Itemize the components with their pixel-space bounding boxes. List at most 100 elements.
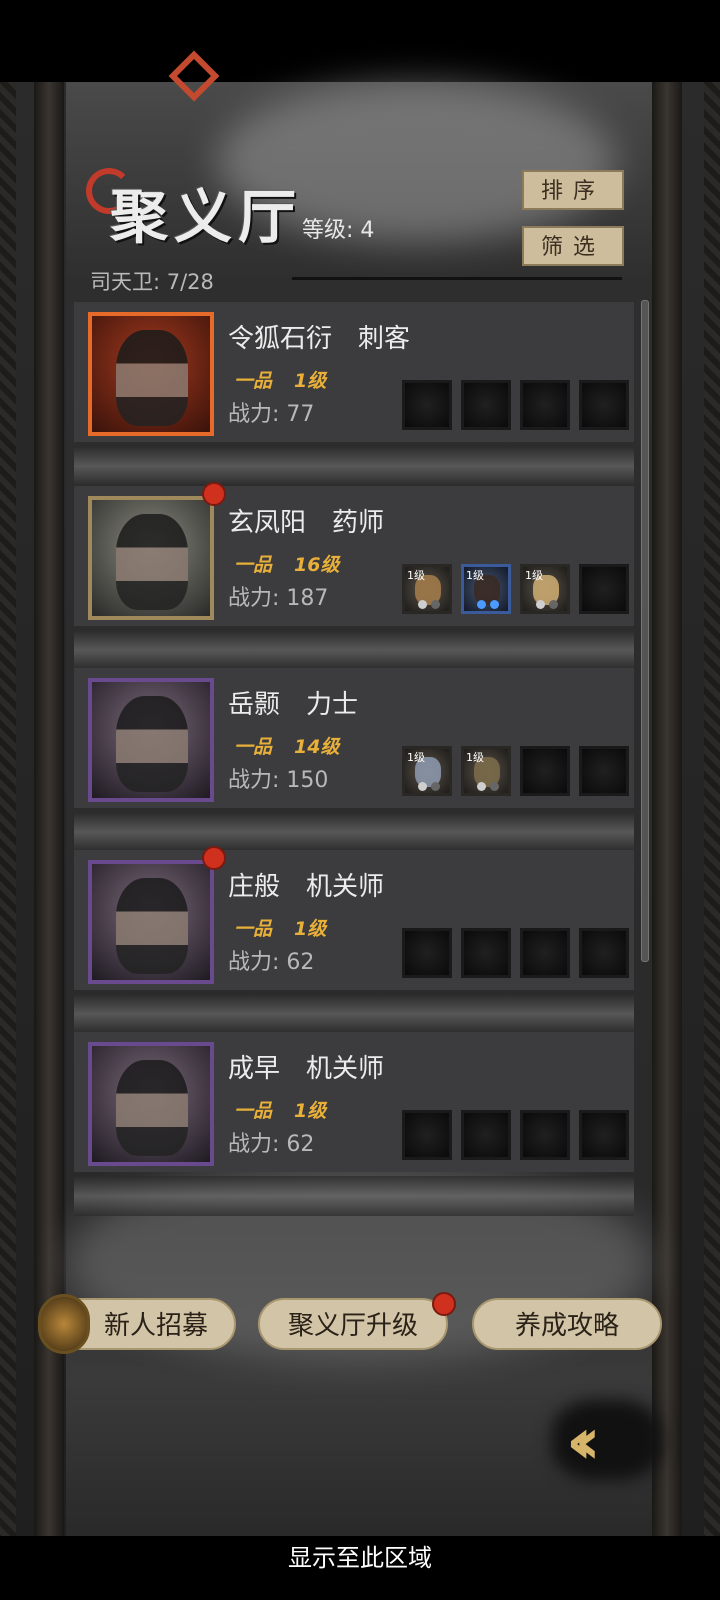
display-area-hint: 显示至此区域 — [288, 1544, 432, 1572]
guard-count: 司天卫: 7/28 — [90, 270, 214, 294]
hero-grade: 一品 — [234, 554, 273, 576]
hero-rank: 一品 14级 — [234, 732, 339, 759]
equip-slot-empty[interactable] — [579, 746, 629, 796]
hero-level: 14级 — [294, 736, 340, 758]
right-pillar — [652, 82, 682, 1568]
gem-icon — [418, 782, 427, 791]
hero-card[interactable]: 成早 机关师 一品 1级 战力: 62 — [74, 1032, 634, 1172]
recruit-token-icon — [38, 1294, 90, 1354]
hero-name: 成早 — [228, 1054, 281, 1084]
hero-power: 战力: 187 — [228, 586, 329, 611]
equip-slot-empty[interactable] — [520, 928, 570, 978]
notification-dot — [202, 846, 226, 870]
equip-slot-armor[interactable]: 1级 — [461, 746, 511, 796]
equip-level: 1级 — [466, 751, 484, 764]
gem-icon — [490, 782, 499, 791]
hero-name: 玄凤阳 — [228, 508, 307, 538]
equip-slot-empty[interactable] — [461, 380, 511, 430]
hero-portrait[interactable] — [88, 1042, 214, 1166]
gem-icon — [431, 600, 440, 609]
equip-slot-empty[interactable] — [520, 746, 570, 796]
gem-icon — [490, 600, 499, 609]
equip-slot-empty[interactable] — [579, 1110, 629, 1160]
header-divider — [292, 277, 622, 280]
hero-face-art — [116, 878, 188, 974]
equip-slot-boot[interactable]: 1级 — [520, 564, 570, 614]
gem-icon — [418, 600, 427, 609]
hero-role: 力士 — [306, 690, 359, 720]
hero-rank: 一品 1级 — [234, 366, 326, 393]
hall-level: 等级: 4 — [302, 218, 375, 243]
hero-portrait[interactable] — [88, 496, 214, 620]
equip-slot-empty[interactable] — [579, 928, 629, 978]
card-separator — [74, 1176, 634, 1216]
sort-button[interactable]: 排序 — [522, 170, 624, 210]
equip-slot-empty[interactable] — [520, 1110, 570, 1160]
equip-slot-empty[interactable] — [579, 564, 629, 614]
card-separator — [74, 446, 634, 486]
hero-role: 刺客 — [358, 324, 411, 354]
hero-name: 庄般 — [228, 872, 281, 902]
hero-role: 机关师 — [306, 1054, 385, 1084]
filter-button[interactable]: 筛选 — [522, 226, 624, 266]
list-scrollbar[interactable] — [641, 300, 649, 962]
equip-slot-empty[interactable] — [402, 1110, 452, 1160]
hero-card[interactable]: 令狐石衍 刺客 一品 1级 战力: 77 — [74, 302, 634, 442]
hero-card[interactable]: 庄般 机关师 一品 1级 战力: 62 — [74, 846, 634, 990]
equip-slot-empty[interactable] — [579, 380, 629, 430]
equip-slot-empty[interactable] — [461, 1110, 511, 1160]
hero-grade: 一品 — [234, 736, 273, 758]
hero-level: 1级 — [294, 1100, 327, 1122]
hero-rank: 一品 1级 — [234, 1096, 326, 1123]
hall-upgrade-button[interactable]: 聚义厅升级 — [258, 1298, 448, 1350]
hero-face-art — [116, 330, 188, 426]
hero-power: 战力: 77 — [228, 402, 315, 427]
hero-power: 战力: 62 — [228, 1132, 315, 1157]
equip-slot-empty[interactable] — [402, 928, 452, 978]
hero-face-art — [116, 514, 188, 610]
hero-role: 药师 — [332, 508, 385, 538]
hero-grade: 一品 — [234, 1100, 273, 1122]
hero-rank: 一品 1级 — [234, 914, 326, 941]
hero-portrait[interactable] — [88, 312, 214, 436]
hero-rank: 一品 16级 — [234, 550, 339, 577]
equip-level: 1级 — [407, 569, 425, 582]
notification-dot — [202, 482, 226, 506]
hero-power: 战力: 62 — [228, 950, 315, 975]
hero-name-line: 庄般 机关师 — [228, 866, 384, 903]
hero-grade: 一品 — [234, 370, 273, 392]
gem-icon — [477, 600, 486, 609]
guide-button[interactable]: 养成攻略 — [472, 1298, 662, 1350]
double-chevron-left-icon[interactable]: ‹‹ — [566, 1410, 646, 1474]
card-separator — [74, 630, 634, 670]
hero-level: 1级 — [294, 918, 327, 940]
equip-slot-empty[interactable] — [520, 380, 570, 430]
hero-level: 1级 — [294, 370, 327, 392]
equip-level: 1级 — [525, 569, 543, 582]
card-separator — [74, 812, 634, 852]
equip-slot-robe[interactable]: 1级 — [461, 564, 511, 614]
gem-icon — [536, 600, 545, 609]
hero-card[interactable]: 玄凤阳 药师 一品 16级 战力: 187 1级 1级 1级 — [74, 482, 634, 626]
gem-icon — [431, 782, 440, 791]
hero-name: 令狐石衍 — [228, 324, 333, 354]
hero-portrait[interactable] — [88, 860, 214, 984]
top-status-area — [0, 0, 720, 82]
hero-face-art — [116, 696, 188, 792]
hero-name-line: 岳颢 力士 — [228, 684, 358, 721]
gem-icon — [549, 600, 558, 609]
hero-level: 16级 — [294, 554, 340, 576]
equip-slot-empty[interactable] — [461, 928, 511, 978]
equip-slot-empty[interactable] — [402, 380, 452, 430]
equip-slot-weapon[interactable]: 1级 — [402, 746, 452, 796]
hero-face-art — [116, 1060, 188, 1156]
hero-name-line: 成早 机关师 — [228, 1048, 384, 1085]
hero-portrait[interactable] — [88, 678, 214, 802]
right-border-pattern — [704, 82, 720, 1568]
equip-slot-gourd[interactable]: 1级 — [402, 564, 452, 614]
equip-level: 1级 — [466, 569, 484, 582]
hero-card[interactable]: 岳颢 力士 一品 14级 战力: 150 1级 1级 — [74, 668, 634, 808]
notification-dot — [432, 1292, 456, 1316]
hero-power: 战力: 150 — [228, 768, 329, 793]
gem-icon — [477, 782, 486, 791]
